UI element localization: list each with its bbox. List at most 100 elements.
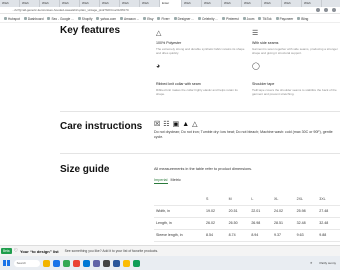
table-cell: 9.37 xyxy=(271,229,295,242)
bookmark-label: Seo - Google ... xyxy=(51,16,74,21)
bookmark-label: yahoo.com xyxy=(100,16,117,21)
browser-tab[interactable]: Wish xyxy=(282,0,302,7)
url-field[interactable]: ...rk/?g=all-generic-item/unisex-hooded-… xyxy=(12,8,262,12)
row-label: Length, in xyxy=(154,217,204,230)
bookmark[interactable]: yahoo.com xyxy=(96,17,116,21)
chrome-icon[interactable] xyxy=(62,259,70,267)
extension-icon[interactable] xyxy=(316,8,320,12)
edge-icon[interactable] xyxy=(52,259,60,267)
size-guide-title: Size guide xyxy=(60,164,110,175)
care-title: Care instructions xyxy=(60,121,143,132)
bookmark[interactable]: Amazon ... xyxy=(120,17,139,21)
table-cell: 26.98 xyxy=(249,217,272,230)
collar-icon: ◕ xyxy=(156,63,161,70)
browser-tab-active[interactable]: Enter xyxy=(160,0,182,7)
feature-desc: Ribbed knit makes the collar highly elas… xyxy=(156,88,238,96)
bookmark-label: Designer ... xyxy=(177,16,194,21)
browser-tab[interactable]: Wish xyxy=(222,0,242,7)
bookmark[interactable]: Hubspot xyxy=(4,17,20,21)
browser-tab[interactable]: Wish xyxy=(60,0,80,7)
table-cell: 24.02 xyxy=(271,205,295,218)
windows-start-icon[interactable] xyxy=(3,259,10,267)
browser-tab[interactable]: Wish xyxy=(242,0,262,7)
fabric-icon: △ xyxy=(156,30,162,37)
browser-tab[interactable]: Wish xyxy=(80,0,100,7)
bookmark-icon xyxy=(197,17,201,20)
browser-tab[interactable]: Wish xyxy=(302,0,322,7)
browser-tab[interactable]: Wish xyxy=(40,0,60,7)
unit-tab-metric[interactable]: Metric xyxy=(171,178,181,184)
bookmark[interactable]: Shopify xyxy=(77,17,92,21)
word-icon[interactable] xyxy=(112,259,120,267)
bookmark[interactable]: Joom xyxy=(242,17,254,21)
column-header xyxy=(154,193,204,206)
unit-tab-imperial[interactable]: Imperial xyxy=(154,178,168,184)
profile-icon[interactable] xyxy=(324,8,328,12)
to-design-banner[interactable]: Beta ♡ Your “to design” list See somethi… xyxy=(0,245,340,256)
size-table: S M L XL 2XL 3XL Width, in 19.02 20.51 2… xyxy=(154,193,340,242)
app-icon[interactable] xyxy=(72,259,80,267)
bookmark[interactable]: Dashboard xyxy=(23,17,43,21)
table-row: Length, in 26.02 26.50 26.98 28.51 32.48… xyxy=(154,217,340,230)
bookmark[interactable]: Payoneer xyxy=(275,17,293,21)
bookmark[interactable]: TikTok xyxy=(258,16,272,21)
browser-tab[interactable]: Wish xyxy=(202,0,222,7)
address-bar: ...rk/?g=all-generic-item/unisex-hooded-… xyxy=(0,7,340,14)
browser-tab[interactable]: Wish xyxy=(20,0,40,7)
bookmark[interactable]: Bling xyxy=(297,17,308,21)
taskbar-search[interactable]: Search xyxy=(13,259,40,267)
browser-tab[interactable]: Wish xyxy=(120,0,140,7)
bookmark-label: Fiverr xyxy=(161,16,170,21)
mail-icon[interactable] xyxy=(82,259,90,267)
teams-icon[interactable] xyxy=(92,259,100,267)
browser-tab[interactable]: Wish xyxy=(140,0,160,7)
product-details: Key features △ 100% Polyester The extrem… xyxy=(0,23,340,245)
table-cell: 32.48 xyxy=(317,217,340,230)
table-cell: 25.98 xyxy=(294,205,318,218)
browser-tab[interactable]: Wish xyxy=(100,0,120,7)
table-row: Width, in 19.02 20.51 22.01 24.02 25.98 … xyxy=(154,205,340,218)
taskbar: Search ☀ Partly sunny xyxy=(0,256,340,270)
feature-desc: The extremely strong and durable synthet… xyxy=(156,47,245,55)
weather-icon: ☀ xyxy=(309,261,313,265)
table-cell: 9.63 xyxy=(294,229,318,242)
bookmark-icon xyxy=(143,17,147,20)
divider xyxy=(60,153,340,154)
browser-tab[interactable]: Wish xyxy=(0,0,20,7)
feature-desc: Twill tape covers the shoulder seams to … xyxy=(252,88,337,96)
beta-badge: Beta xyxy=(1,248,12,254)
table-cell: 26.50 xyxy=(226,217,250,230)
bookmark-icon xyxy=(297,17,301,20)
menu-icon[interactable] xyxy=(332,8,336,12)
bookmark-label: Hubspot xyxy=(8,16,20,21)
no-iron-icon: ☷ xyxy=(163,121,170,128)
browser-tab[interactable]: Wish xyxy=(182,0,202,7)
store-icon[interactable] xyxy=(102,259,110,267)
unit-toggle: Imperial Metric xyxy=(154,178,181,184)
bookmark-label: Etsy xyxy=(147,16,154,21)
feature-desc: Garment is sewn together with side seams… xyxy=(252,47,338,55)
bookmark-icon xyxy=(258,17,262,20)
seam-icon: ☰ xyxy=(252,30,259,37)
feature-name: 100% Polyester xyxy=(156,41,182,45)
file-explorer-icon[interactable] xyxy=(42,259,50,267)
banner-subtitle: See something you like? Add it to your l… xyxy=(64,249,159,253)
app-icon[interactable] xyxy=(122,259,130,267)
bookmark-label: Amazon ... xyxy=(124,16,140,21)
divider xyxy=(60,111,340,112)
shoulder-icon: ◯ xyxy=(252,63,260,70)
bookmark[interactable]: Etsy xyxy=(143,17,153,21)
column-header: M xyxy=(226,193,250,206)
browser-tab[interactable]: Wish xyxy=(262,0,282,7)
weather-label[interactable]: Partly sunny xyxy=(319,261,336,265)
bookmark-label: TikTok xyxy=(262,16,272,21)
table-cell: 8.54 xyxy=(204,229,227,242)
bookmark[interactable]: Fiverr xyxy=(157,16,170,21)
bookmark[interactable]: Celebrity ... xyxy=(197,17,218,21)
bookmark[interactable]: Designer ... xyxy=(173,16,194,21)
bookmark-icon xyxy=(275,17,279,20)
app-icon[interactable] xyxy=(132,259,140,267)
bookmark[interactable]: Seo - Google ... xyxy=(47,16,74,21)
column-header: S xyxy=(204,193,227,206)
bookmark[interactable]: Pinterest xyxy=(222,17,239,21)
